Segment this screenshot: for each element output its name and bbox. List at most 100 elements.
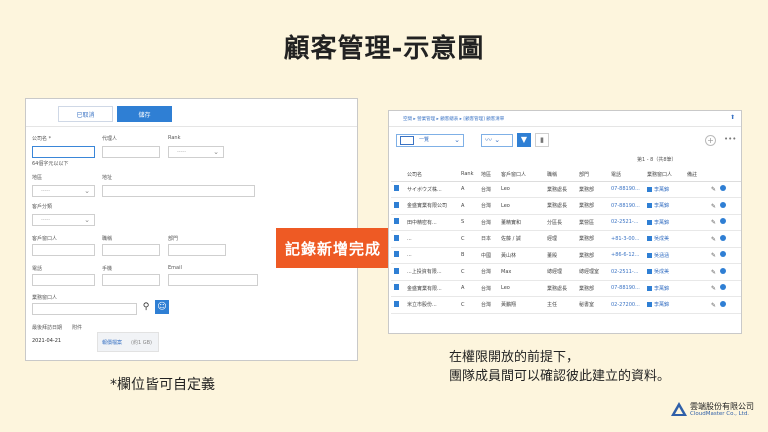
contact-input[interactable] bbox=[32, 244, 95, 256]
edit-icon[interactable]: ✎ bbox=[711, 252, 716, 259]
table-cell: 董殿 bbox=[545, 247, 577, 264]
address-input[interactable] bbox=[102, 185, 255, 197]
column-header[interactable]: 職稱 bbox=[545, 168, 577, 182]
table-row[interactable]: ... C 日本 佐藤 / 誠經理 業務部 +81-3-00... 吳成美 ✎ bbox=[391, 230, 741, 248]
bar-chart-icon[interactable]: ▮ bbox=[535, 133, 549, 147]
form-toolbar: 已取消 儲存 bbox=[26, 99, 357, 127]
graph-select[interactable]: 〰 ⌄ bbox=[481, 134, 513, 147]
agent-input[interactable] bbox=[102, 146, 160, 158]
attachment-link[interactable]: 報價檔案 bbox=[102, 339, 122, 346]
add-row-icon[interactable] bbox=[720, 185, 727, 192]
edit-icon[interactable]: ✎ bbox=[711, 219, 716, 226]
column-header[interactable]: 部門 bbox=[577, 168, 609, 182]
table-cell[interactable]: 07-88190... bbox=[609, 280, 645, 297]
record-detail-icon[interactable] bbox=[391, 214, 405, 231]
table-cell[interactable]: 李萬錦 bbox=[645, 296, 685, 314]
edit-icon[interactable]: ✎ bbox=[711, 302, 716, 309]
cancel-button[interactable]: 已取消 bbox=[58, 106, 113, 122]
column-header[interactable]: 備註 bbox=[685, 168, 709, 182]
record-detail-icon[interactable] bbox=[391, 247, 405, 264]
add-row-icon[interactable] bbox=[720, 267, 727, 274]
add-row-icon[interactable] bbox=[720, 218, 727, 225]
column-header[interactable]: 公司名 bbox=[405, 168, 459, 182]
table-cell: 金盛實業有限公司 bbox=[405, 197, 459, 215]
table-cell: 台灣 bbox=[479, 263, 499, 281]
table-cell[interactable]: 吳涵涵 bbox=[645, 247, 685, 264]
table-cell bbox=[685, 263, 709, 281]
edit-icon[interactable]: ✎ bbox=[711, 236, 716, 243]
table-cell[interactable]: +81-3-00... bbox=[609, 230, 645, 248]
column-header[interactable]: Rank bbox=[459, 168, 479, 182]
record-detail-icon[interactable] bbox=[391, 230, 405, 248]
record-detail-icon[interactable] bbox=[391, 280, 405, 297]
owner-input[interactable] bbox=[32, 303, 137, 315]
user-picker-icon[interactable]: ☺ bbox=[155, 300, 169, 314]
add-row-icon[interactable] bbox=[720, 300, 727, 307]
record-detail-icon[interactable] bbox=[391, 296, 405, 314]
table-cell[interactable]: 02-2511-... bbox=[609, 263, 645, 281]
table-row[interactable]: サイボウズ株... A 台灣 Leo 業務處長 業務部 07-88190... 李萬錦 ✎ bbox=[391, 181, 741, 198]
record-detail-icon[interactable] bbox=[391, 197, 405, 215]
record-detail-icon[interactable] bbox=[391, 181, 405, 198]
attachment-box[interactable]: 報價檔案 (約1 GB) bbox=[97, 332, 159, 352]
add-row-icon[interactable] bbox=[720, 201, 727, 208]
search-icon[interactable]: ⚲ bbox=[140, 301, 152, 313]
table-cell: 日本 bbox=[479, 230, 499, 248]
table-cell[interactable]: 02-2521-... bbox=[609, 214, 645, 231]
mobile-input[interactable] bbox=[102, 274, 160, 286]
edit-icon[interactable]: ✎ bbox=[711, 269, 716, 276]
table-row[interactable]: 金盛實業有限... A 台灣 Leo 業務處長 業務部 07-88190... 李萬錦 ✎ bbox=[391, 280, 741, 297]
table-cell[interactable]: 吳成美 bbox=[645, 263, 685, 281]
table-cell: C bbox=[459, 296, 479, 314]
category-select[interactable]: ----- ⌄ bbox=[32, 214, 95, 226]
add-row-icon[interactable] bbox=[720, 234, 727, 241]
table-cell: 黃鵬翔 bbox=[499, 296, 545, 314]
table-cell[interactable]: 07-88190... bbox=[609, 197, 645, 215]
edit-icon[interactable]: ✎ bbox=[711, 203, 716, 210]
table-row[interactable]: ...上投資有限... C 台灣 Max 總經理 總經理室 02-2511-... 吳成美 ✎ bbox=[391, 263, 741, 281]
rank-select[interactable]: ----- ⌄ bbox=[168, 146, 224, 158]
table-cell[interactable]: 李萬錦 bbox=[645, 280, 685, 297]
table-cell[interactable]: 02-27200... bbox=[609, 296, 645, 314]
pin-icon[interactable]: ⬆ bbox=[730, 114, 735, 121]
region-select-value: ----- bbox=[41, 188, 51, 194]
filter-icon[interactable]: ▼ bbox=[517, 133, 531, 147]
column-header[interactable]: 地區 bbox=[479, 168, 499, 182]
column-header[interactable]: 電話 bbox=[609, 168, 645, 182]
table-row[interactable]: 米立市股份... C 台灣 黃鵬翔 主任 秘書室 02-27200... 李萬錦 ✎ bbox=[391, 296, 741, 314]
column-header[interactable]: 業務窗口人 bbox=[645, 168, 685, 182]
edit-icon[interactable]: ✎ bbox=[711, 285, 716, 292]
email-input[interactable] bbox=[168, 274, 258, 286]
more-icon[interactable]: ••• bbox=[724, 135, 736, 143]
company-input[interactable] bbox=[32, 146, 95, 158]
record-detail-icon[interactable] bbox=[391, 263, 405, 281]
table-row[interactable]: 田中精密有... S 台灣 董精實和 分區長 業營區 02-2521-... 李萬錦 ✎ bbox=[391, 214, 741, 231]
save-button[interactable]: 儲存 bbox=[117, 106, 172, 122]
add-row-icon[interactable] bbox=[720, 284, 727, 291]
dept-input[interactable] bbox=[168, 244, 226, 256]
rank-select-value: ----- bbox=[177, 149, 187, 155]
add-record-icon[interactable]: + bbox=[705, 135, 716, 146]
table-cell: 佐藤 / 誠 bbox=[499, 230, 545, 248]
table-cell[interactable]: 吳成美 bbox=[645, 230, 685, 248]
table-row[interactable]: ... B 中國 黃山林 董殿 業務部 +86-6-12... 吳涵涵 ✎ bbox=[391, 247, 741, 264]
page-title: 顧客管理-示意圖 bbox=[283, 34, 485, 64]
table-cell[interactable]: 07-88190... bbox=[609, 181, 645, 198]
table-cell[interactable]: 李萬錦 bbox=[645, 214, 685, 231]
add-row-icon[interactable] bbox=[720, 251, 727, 258]
table-cell[interactable]: 李萬錦 bbox=[645, 181, 685, 198]
last-visit-date[interactable]: 2021-04-21 bbox=[32, 338, 61, 344]
table-cell: 主任 bbox=[545, 296, 577, 314]
title-input[interactable] bbox=[102, 244, 160, 256]
table-cell[interactable]: 李萬錦 bbox=[645, 197, 685, 215]
column-header[interactable]: 客戶窗口人 bbox=[499, 168, 545, 182]
view-select[interactable]: 一覽 ⌄ bbox=[396, 134, 464, 147]
edit-icon[interactable]: ✎ bbox=[711, 186, 716, 193]
breadcrumb[interactable]: 空間 ▸ 營業管理 ▸ 顧客總表 ▸ [顧客管理] 顧客清單 bbox=[403, 116, 504, 122]
phone-input[interactable] bbox=[32, 274, 95, 286]
row-actions: ✎ bbox=[709, 230, 741, 248]
table-cell[interactable]: +86-6-12... bbox=[609, 247, 645, 264]
table-cell: Max bbox=[499, 263, 545, 281]
region-select[interactable]: ----- ⌄ bbox=[32, 185, 95, 197]
table-row[interactable]: 金盛實業有限公司 A 台灣 Leo 業務處長 業務部 07-88190... 李萬錦 ✎ bbox=[391, 197, 741, 215]
